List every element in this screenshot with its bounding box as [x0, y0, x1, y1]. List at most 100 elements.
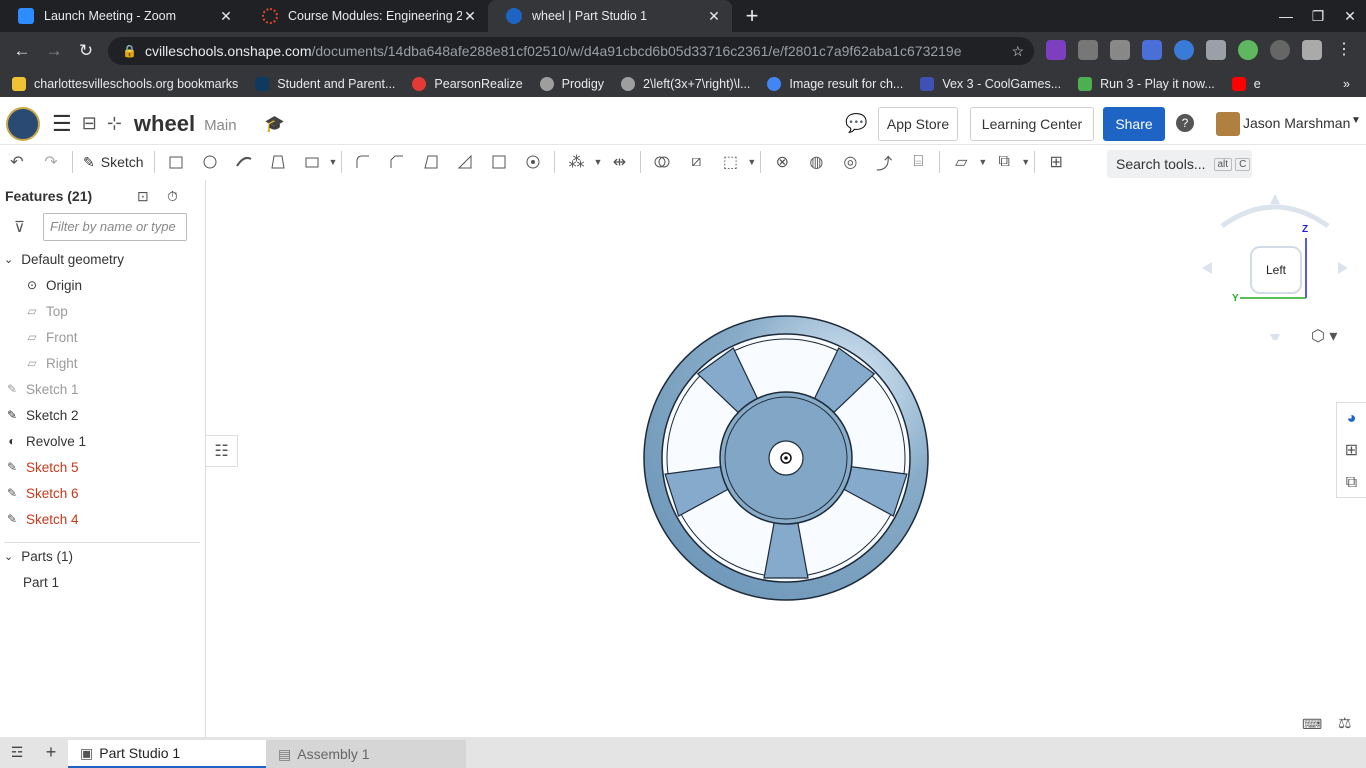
feature-list-icon[interactable]: ⊟	[82, 113, 97, 134]
feature-item-sketch-4[interactable]: ✎ Sketch 4	[4, 506, 79, 532]
feature-item-sketch-6[interactable]: ✎ Sketch 6	[4, 480, 79, 506]
collapse-panel-button[interactable]: ☷	[206, 435, 238, 467]
qr-extension-icon[interactable]	[1078, 40, 1098, 60]
avatar[interactable]	[1216, 112, 1240, 136]
bookmark-item[interactable]: Vex 3 - CoolGames...	[920, 76, 1061, 91]
bookmark-item[interactable]: e	[1231, 76, 1261, 91]
shield-extension-icon[interactable]	[1174, 40, 1194, 60]
bookmark-item[interactable]: Student and Parent...	[255, 76, 395, 91]
delete-part-icon[interactable]: ⊗	[771, 151, 793, 173]
hamburger-menu-icon[interactable]: ☰	[52, 111, 72, 137]
browser-tab-zoom[interactable]: Launch Meeting - Zoom ✕	[0, 0, 244, 32]
replace-face-icon[interactable]: ⌸	[907, 151, 929, 173]
extrude-icon[interactable]	[165, 151, 187, 173]
bookmark-star-icon[interactable]: ☆	[1011, 43, 1024, 60]
pattern-icon[interactable]: ⁂	[565, 151, 587, 173]
measure-icon[interactable]: ⌨	[1302, 716, 1322, 733]
sheet-metal-icon[interactable]: ⧉	[993, 151, 1015, 173]
bookmark-item[interactable]: 2\left(3x+7\right)\l...	[621, 76, 750, 91]
redo-icon[interactable]: ↷	[40, 151, 62, 173]
chevron-down-icon[interactable]: ▼	[747, 157, 756, 167]
close-icon[interactable]: ✕	[462, 8, 478, 25]
graphics-viewport[interactable]: ☷ Left Z Y ⬡ ▾ ◕ ⊞ ⧉ ⌨ ⚖	[206, 180, 1366, 737]
chevron-down-icon[interactable]: ⌄	[4, 550, 13, 563]
tab-part-studio-1[interactable]: ▣ Part Studio 1	[68, 740, 266, 768]
more-bookmarks-icon[interactable]: »	[1343, 77, 1350, 91]
loft-icon[interactable]	[267, 151, 289, 173]
sweep-icon[interactable]	[233, 151, 255, 173]
draft-icon[interactable]	[420, 151, 442, 173]
close-window-icon[interactable]: ✕	[1334, 0, 1366, 32]
feature-item-front[interactable]: ▱ Front	[24, 324, 77, 350]
branch-name[interactable]: Main	[204, 117, 237, 134]
view-cube-face[interactable]: Left	[1250, 246, 1302, 294]
reload-icon[interactable]: ↻	[70, 41, 102, 61]
chevron-down-icon[interactable]: ⌄	[4, 253, 13, 266]
close-icon[interactable]: ✕	[218, 8, 234, 25]
extension-icon[interactable]	[1270, 40, 1290, 60]
feature-filter-input[interactable]: Filter by name or type	[43, 213, 187, 241]
document-name[interactable]: wheel	[134, 111, 195, 137]
learning-center-button[interactable]: Learning Center	[970, 107, 1094, 141]
extension-icon[interactable]	[1110, 40, 1130, 60]
add-tab-icon[interactable]: +	[34, 742, 68, 763]
chevron-down-icon[interactable]: ▼	[1021, 157, 1030, 167]
default-geometry-group[interactable]: ⌄ Default geometry	[4, 246, 124, 272]
share-button[interactable]: Share	[1103, 107, 1165, 141]
feature-item-top[interactable]: ▱ Top	[24, 298, 67, 324]
new-tab-button[interactable]: +	[732, 0, 772, 32]
puzzle-icon[interactable]	[1302, 40, 1322, 60]
chamfer-icon[interactable]	[386, 151, 408, 173]
chevron-down-icon[interactable]: ▼	[978, 157, 987, 167]
extension-icon[interactable]	[1046, 40, 1066, 60]
forward-icon[interactable]: →	[38, 41, 70, 61]
search-tools-input[interactable]: Search tools... alt C	[1107, 150, 1252, 178]
feature-item-origin[interactable]: ⊙ Origin	[24, 272, 82, 298]
minimize-icon[interactable]: —	[1270, 0, 1302, 32]
tab-manager-icon[interactable]: ☲	[0, 744, 34, 761]
feature-item-sketch-5[interactable]: ✎ Sketch 5	[4, 454, 79, 480]
add-custom-feature-icon[interactable]: ⊞	[1045, 151, 1067, 173]
bookmark-item[interactable]: charlottesvilleschools.org bookmarks	[12, 76, 238, 91]
bookmark-item[interactable]: Run 3 - Play it now...	[1078, 76, 1215, 91]
delete-face-icon[interactable]: ◎	[839, 151, 861, 173]
variables-icon[interactable]: ⧉	[1337, 467, 1366, 499]
view-cube[interactable]: Left Z Y	[1200, 190, 1350, 340]
feature-item-sketch-1[interactable]: ✎ Sketch 1	[4, 376, 79, 402]
feature-item-right[interactable]: ▱ Right	[24, 350, 77, 376]
chevron-down-icon[interactable]: ▼	[329, 157, 338, 167]
tab-assembly-1[interactable]: ▤ Assembly 1	[266, 740, 466, 768]
rib-icon[interactable]	[454, 151, 476, 173]
revolve-icon[interactable]	[199, 151, 221, 173]
wheel-model[interactable]	[636, 308, 936, 608]
plane-icon[interactable]: ▱	[950, 151, 972, 173]
bookmark-item[interactable]: Image result for ch...	[767, 76, 903, 91]
fillet-icon[interactable]	[352, 151, 374, 173]
mass-properties-icon[interactable]: ⚖	[1338, 714, 1351, 732]
split-icon[interactable]: ⧄	[685, 151, 707, 173]
user-name[interactable]: Jason Marshman	[1243, 115, 1350, 131]
extension-icon[interactable]	[1238, 40, 1258, 60]
configurations-icon[interactable]: ⊞	[1337, 435, 1366, 467]
move-face-icon[interactable]: ⤴	[873, 151, 895, 173]
extension-icon[interactable]	[1142, 40, 1162, 60]
undo-icon[interactable]: ↶	[6, 151, 28, 173]
transform-icon[interactable]: ⬚	[719, 151, 741, 173]
restore-icon[interactable]: ❐	[1302, 0, 1334, 32]
menu-dots-icon[interactable]: ⋮	[1334, 40, 1354, 60]
school-logo[interactable]	[6, 106, 40, 141]
shell-icon[interactable]	[488, 151, 510, 173]
close-icon[interactable]: ✕	[706, 8, 722, 25]
filter-icon[interactable]: ⊽	[14, 218, 25, 236]
rollback-timer-icon[interactable]: ⏱	[167, 188, 178, 205]
chevron-down-icon[interactable]: ▼	[593, 157, 602, 167]
extension-icon[interactable]	[1206, 40, 1226, 60]
folder-add-icon[interactable]: ⊡	[137, 188, 149, 205]
help-icon[interactable]: ?	[1176, 114, 1194, 132]
bookmark-item[interactable]: PearsonRealize	[412, 76, 523, 91]
education-icon[interactable]: 🎓	[265, 114, 285, 134]
chevron-down-icon[interactable]: ▼	[1351, 115, 1361, 126]
view-options-icon[interactable]: ⬡ ▾	[1311, 326, 1337, 346]
url-field[interactable]: 🔒 cvilleschools.onshape.com/documents/14…	[108, 37, 1034, 65]
back-icon[interactable]: ←	[6, 41, 38, 61]
